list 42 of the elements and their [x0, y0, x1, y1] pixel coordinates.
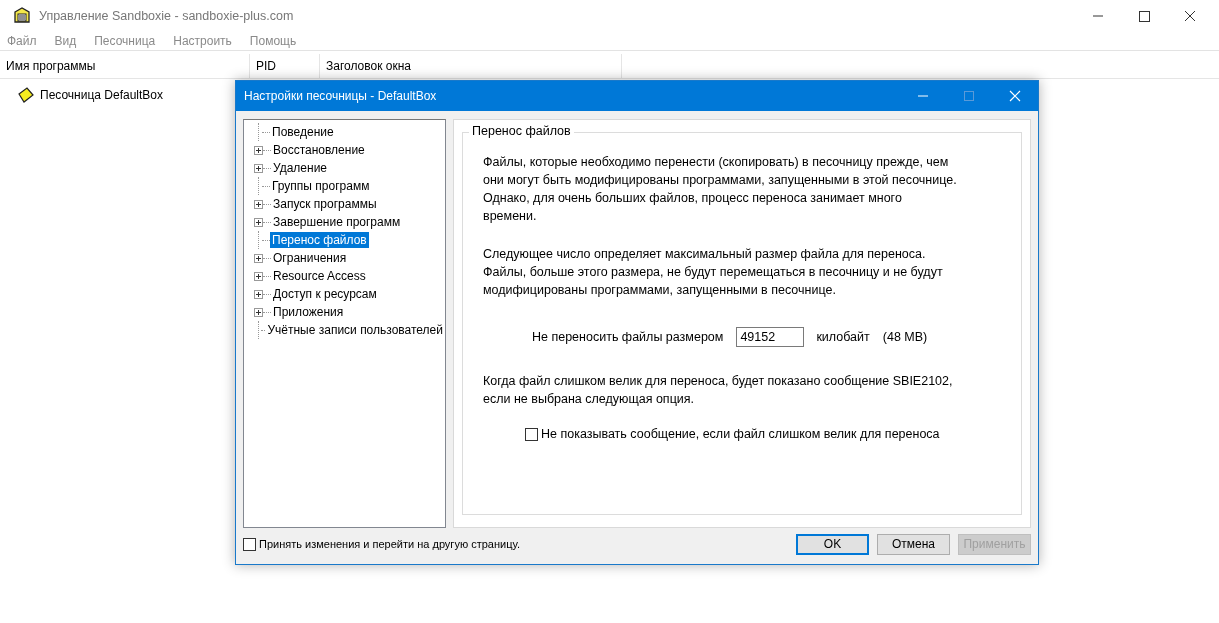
- checkbox[interactable]: [525, 427, 538, 441]
- expand-icon[interactable]: [254, 199, 263, 209]
- size-unit: килобайт: [816, 330, 870, 344]
- dialog-button[interactable]: Отмена: [877, 533, 950, 555]
- tree-item[interactable]: Восстановление: [271, 142, 367, 158]
- tree-item[interactable]: Удаление: [271, 160, 330, 176]
- tree-item[interactable]: Приложения: [271, 304, 346, 320]
- column-header[interactable]: PID: [250, 54, 320, 78]
- expand-icon[interactable]: [254, 307, 263, 317]
- tree-item[interactable]: Доступ к ресурсам: [271, 286, 379, 302]
- sandbox-name[interactable]: Песочница DefaultBox: [40, 88, 163, 102]
- tree-item[interactable]: Перенос файлов: [270, 232, 369, 248]
- expand-icon[interactable]: [254, 289, 263, 299]
- sandbox-icon: [13, 7, 31, 25]
- size-note: (48 MB): [882, 330, 928, 344]
- size-field[interactable]: 49152: [736, 327, 805, 347]
- column-header[interactable]: Заголовок окна: [320, 54, 622, 78]
- tree-item[interactable]: Учётные записи пользователей: [265, 322, 445, 338]
- tree-item[interactable]: Поведение: [270, 124, 336, 140]
- diamond-icon: [17, 87, 35, 103]
- expand-icon[interactable]: [254, 271, 263, 281]
- column-header[interactable]: Имя программы: [0, 54, 250, 78]
- dialog-title: Настройки песочницы - DefaultBox: [243, 89, 437, 103]
- tree-item[interactable]: Группы программ: [270, 178, 372, 194]
- description-text: Когда файл слишком велик для переноса, будет показано сообщение SBIE2102, если не выбрана следующая опция.: [483, 373, 954, 408]
- dialog-button[interactable]: OK: [796, 533, 869, 555]
- description-text: Файлы, которые необходимо перенести (скопировать) в песочницу прежде, чем они могут быть модифицированы программами, запущенными в этой песочнице. Однако, для очень больших файлов, процесс переноса занимает много времени.: [483, 154, 958, 225]
- size-label: Не переносить файлы размером: [532, 330, 724, 344]
- description-text: Следующее число определяет максимальный размер файла для переноса. Файлы, больше этого размера, не будут перемещаться в песочницу и не будут модифицированы программами, запущенными в песочнице.: [483, 246, 944, 299]
- tree-item[interactable]: Запуск программы: [271, 196, 379, 212]
- expand-icon[interactable]: [254, 163, 263, 173]
- tree-item[interactable]: Resource Access: [271, 268, 368, 284]
- group-title: Перенос файлов: [469, 124, 574, 138]
- window-title: Управление Sandboxie - sandboxie-plus.com: [39, 9, 294, 23]
- tree-item[interactable]: Завершение программ: [271, 214, 403, 230]
- checkbox-label[interactable]: Не показывать сообщение, если файл слишком велик для переноса: [541, 427, 940, 441]
- expand-icon[interactable]: [254, 217, 263, 227]
- checkbox[interactable]: [243, 537, 256, 551]
- expand-icon[interactable]: [254, 253, 263, 263]
- expand-icon[interactable]: [254, 145, 263, 155]
- checkbox-label[interactable]: Принять изменения и перейти на другую страницу.: [259, 538, 520, 550]
- tree-item[interactable]: Ограничения: [271, 250, 349, 266]
